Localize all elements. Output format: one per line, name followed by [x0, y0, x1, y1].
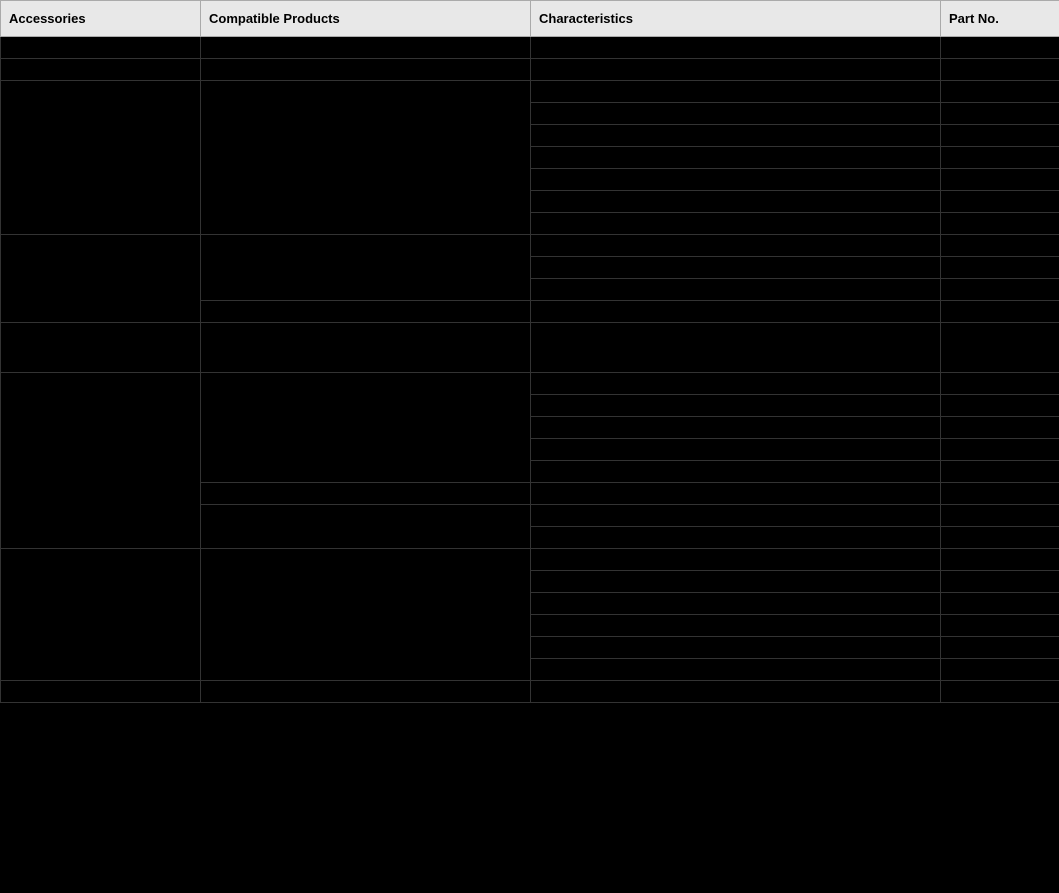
cell-partno — [941, 483, 1059, 505]
cell-characteristics — [531, 417, 941, 439]
cell-partno — [941, 549, 1059, 571]
cell-partno — [941, 323, 1059, 373]
cell-characteristics — [531, 169, 941, 191]
cell-partno — [941, 191, 1059, 213]
cell-partno — [941, 395, 1059, 417]
header-compatible: Compatible Products — [201, 1, 531, 37]
header-partno: Part No. — [941, 1, 1059, 37]
header-row: Accessories Compatible Products Characte… — [1, 1, 1059, 37]
cell-partno — [941, 279, 1059, 301]
cell-characteristics — [531, 373, 941, 395]
cell-compatible — [201, 483, 531, 505]
cell-accessories — [1, 549, 201, 681]
cell-partno — [941, 125, 1059, 147]
cell-compatible — [201, 81, 531, 235]
cell-partno — [941, 257, 1059, 279]
table-row — [1, 59, 1059, 81]
cell-partno — [941, 235, 1059, 257]
cell-accessories — [1, 373, 201, 549]
cell-accessories — [1, 235, 201, 323]
cell-characteristics — [531, 681, 941, 703]
cell-compatible — [201, 505, 531, 549]
table-row — [1, 235, 1059, 257]
cell-partno — [941, 439, 1059, 461]
table-row — [1, 373, 1059, 395]
cell-characteristics — [531, 483, 941, 505]
cell-characteristics — [531, 59, 941, 81]
cell-partno — [941, 373, 1059, 395]
header-accessories: Accessories — [1, 1, 201, 37]
cell-partno — [941, 593, 1059, 615]
cell-partno — [941, 417, 1059, 439]
cell-compatible — [201, 323, 531, 373]
cell-compatible — [201, 59, 531, 81]
cell-partno — [941, 213, 1059, 235]
cell-partno — [941, 505, 1059, 527]
cell-accessories — [1, 323, 201, 373]
cell-accessories — [1, 37, 201, 59]
cell-partno — [941, 147, 1059, 169]
cell-characteristics — [531, 125, 941, 147]
cell-characteristics — [531, 461, 941, 483]
cell-partno — [941, 59, 1059, 81]
cell-partno — [941, 571, 1059, 593]
cell-partno — [941, 103, 1059, 125]
cell-characteristics — [531, 439, 941, 461]
cell-characteristics — [531, 637, 941, 659]
cell-partno — [941, 169, 1059, 191]
cell-compatible — [201, 301, 531, 323]
cell-partno — [941, 81, 1059, 103]
header-characteristics: Characteristics — [531, 1, 941, 37]
cell-characteristics — [531, 659, 941, 681]
cell-characteristics — [531, 147, 941, 169]
cell-characteristics — [531, 81, 941, 103]
cell-partno — [941, 681, 1059, 703]
table-row — [1, 549, 1059, 571]
cell-characteristics — [531, 323, 941, 373]
cell-characteristics — [531, 593, 941, 615]
accessories-table: Accessories Compatible Products Characte… — [0, 0, 1059, 703]
cell-partno — [941, 37, 1059, 59]
cell-characteristics — [531, 191, 941, 213]
cell-characteristics — [531, 235, 941, 257]
table-row — [1, 81, 1059, 103]
cell-characteristics — [531, 527, 941, 549]
table-row — [1, 37, 1059, 59]
cell-compatible — [201, 681, 531, 703]
cell-compatible — [201, 37, 531, 59]
cell-characteristics — [531, 505, 941, 527]
cell-partno — [941, 461, 1059, 483]
cell-compatible — [201, 373, 531, 483]
cell-characteristics — [531, 279, 941, 301]
cell-partno — [941, 659, 1059, 681]
cell-partno — [941, 301, 1059, 323]
cell-accessories — [1, 59, 201, 81]
cell-compatible — [201, 235, 531, 301]
table-row — [1, 323, 1059, 373]
cell-partno — [941, 615, 1059, 637]
table-row — [1, 681, 1059, 703]
cell-accessories — [1, 681, 201, 703]
cell-characteristics — [531, 395, 941, 417]
cell-accessories — [1, 81, 201, 235]
cell-characteristics — [531, 301, 941, 323]
cell-characteristics — [531, 257, 941, 279]
cell-partno — [941, 527, 1059, 549]
cell-characteristics — [531, 549, 941, 571]
cell-characteristics — [531, 615, 941, 637]
cell-characteristics — [531, 571, 941, 593]
cell-partno — [941, 637, 1059, 659]
cell-characteristics — [531, 37, 941, 59]
cell-compatible — [201, 549, 531, 681]
cell-characteristics — [531, 213, 941, 235]
cell-characteristics — [531, 103, 941, 125]
